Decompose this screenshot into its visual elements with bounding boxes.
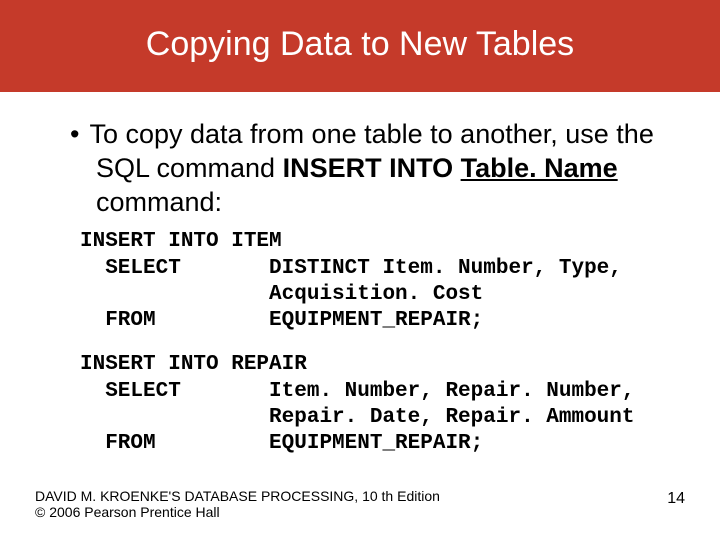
slide-title: Copying Data to New Tables (0, 0, 720, 92)
code2-line2: SELECT Item. Number, Repair. Number, (80, 380, 635, 403)
bullet-paragraph: •To copy data from one table to another,… (70, 118, 685, 219)
code-block-1: INSERT INTO ITEM SELECT DISTINCT Item. N… (80, 229, 685, 334)
page-number: 14 (667, 490, 685, 508)
slide-footer: DAVID M. KROENKE'S DATABASE PROCESSING, … (35, 488, 685, 520)
code2-line1: INSERT INTO REPAIR (80, 353, 307, 376)
code1-line3: Acquisition. Cost (80, 283, 483, 306)
footer-line2: © 2006 Pearson Prentice Hall (35, 504, 685, 520)
bullet-icon: • (70, 119, 89, 149)
code2-line3: Repair. Date, Repair. Ammount (80, 406, 635, 429)
code1-line2: SELECT DISTINCT Item. Number, Type, (80, 257, 622, 280)
code1-line1: INSERT INTO ITEM (80, 230, 282, 253)
code1-line4: FROM EQUIPMENT_REPAIR; (80, 309, 483, 332)
bullet-bold-3: command: (96, 187, 222, 217)
code-block-2: INSERT INTO REPAIR SELECT Item. Number, … (80, 352, 685, 457)
footer-line1: DAVID M. KROENKE'S DATABASE PROCESSING, … (35, 488, 685, 504)
bullet-bold-underline: Table. Name (461, 153, 618, 183)
bullet-bold-1: INSERT INTO (283, 153, 461, 183)
title-text: Copying Data to New Tables (146, 25, 574, 63)
code2-line4: FROM EQUIPMENT_REPAIR; (80, 432, 483, 455)
